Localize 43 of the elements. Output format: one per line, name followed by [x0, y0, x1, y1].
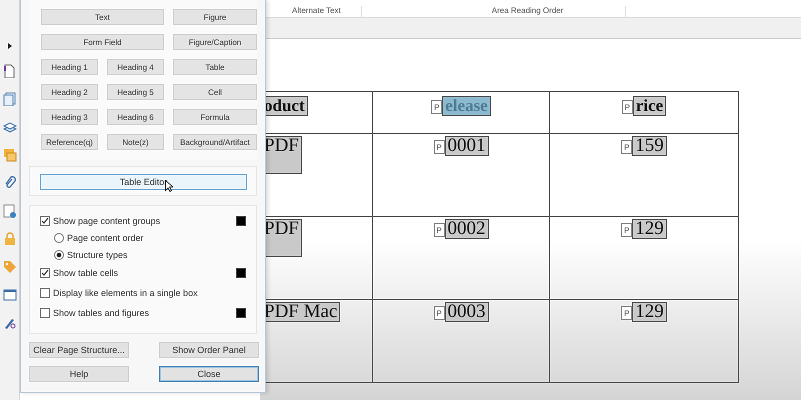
tag-type-button[interactable]: Form Field	[41, 34, 164, 50]
paragraph-tag-icon: P	[434, 306, 444, 320]
tag-type-button[interactable]: Figure/Caption	[173, 34, 257, 50]
table-cell-text[interactable]: 129	[632, 302, 667, 322]
option-label: Show page content groups	[53, 216, 162, 226]
tag-type-button[interactable]: Cell	[173, 84, 257, 100]
table-cell-text[interactable]: 0003	[444, 302, 488, 322]
tag-type-button[interactable]: Reference(q)	[41, 134, 98, 150]
option-label: Structure types	[67, 250, 129, 260]
dialog-button[interactable]: Clear Page Structure...	[29, 342, 129, 358]
tag-type-button[interactable]: Figure	[173, 9, 257, 25]
ribbon-group-label: Area Reading Order	[362, 6, 626, 17]
paragraph-tag-icon: P	[621, 306, 632, 320]
tag-type-button[interactable]: Heading 3	[41, 109, 98, 125]
option-label: Display like elements in a single box	[53, 288, 199, 298]
option-label: Page content order	[67, 232, 145, 242]
table-cell-text[interactable]: 159	[632, 136, 667, 156]
paragraph-tag-icon: P	[434, 140, 444, 154]
table-cell-text[interactable]: 129	[632, 219, 667, 239]
tag-type-button[interactable]: Background/Artifact	[173, 134, 257, 150]
tag-type-button[interactable]: Heading 2	[41, 84, 98, 100]
ribbon-group-label: Alternate Text	[272, 6, 362, 17]
tag-type-button[interactable]: Heading 1	[41, 59, 98, 75]
dialog-button[interactable]: Help	[29, 366, 129, 382]
table-header-text[interactable]: rice	[632, 96, 666, 116]
option-label: Show tables and figures	[53, 308, 150, 318]
tag-type-button[interactable]: Heading 5	[107, 84, 164, 100]
tag-type-button[interactable]: Text	[41, 9, 164, 25]
paragraph-tag-icon: P	[621, 223, 632, 237]
paragraph-tag-icon: P	[622, 100, 633, 114]
tag-type-button[interactable]: Heading 4	[107, 59, 164, 75]
table-cell-text[interactable]: 0001	[444, 136, 488, 156]
tag-type-button[interactable]: Heading 6	[107, 109, 164, 125]
option-label: Show table cells	[53, 268, 120, 278]
tag-type-button[interactable]: Formula	[173, 109, 257, 125]
tag-type-button[interactable]: Table	[173, 59, 257, 75]
tag-type-button[interactable]: Note(z)	[107, 134, 164, 150]
dialog-button[interactable]: Close	[159, 366, 259, 382]
dialog-button[interactable]: Show Order Panel	[159, 342, 259, 358]
paragraph-tag-icon: P	[434, 223, 444, 237]
table-cell-text[interactable]: 0002	[444, 219, 488, 239]
paragraph-tag-icon: P	[431, 100, 442, 114]
paragraph-tag-icon: P	[621, 140, 632, 154]
